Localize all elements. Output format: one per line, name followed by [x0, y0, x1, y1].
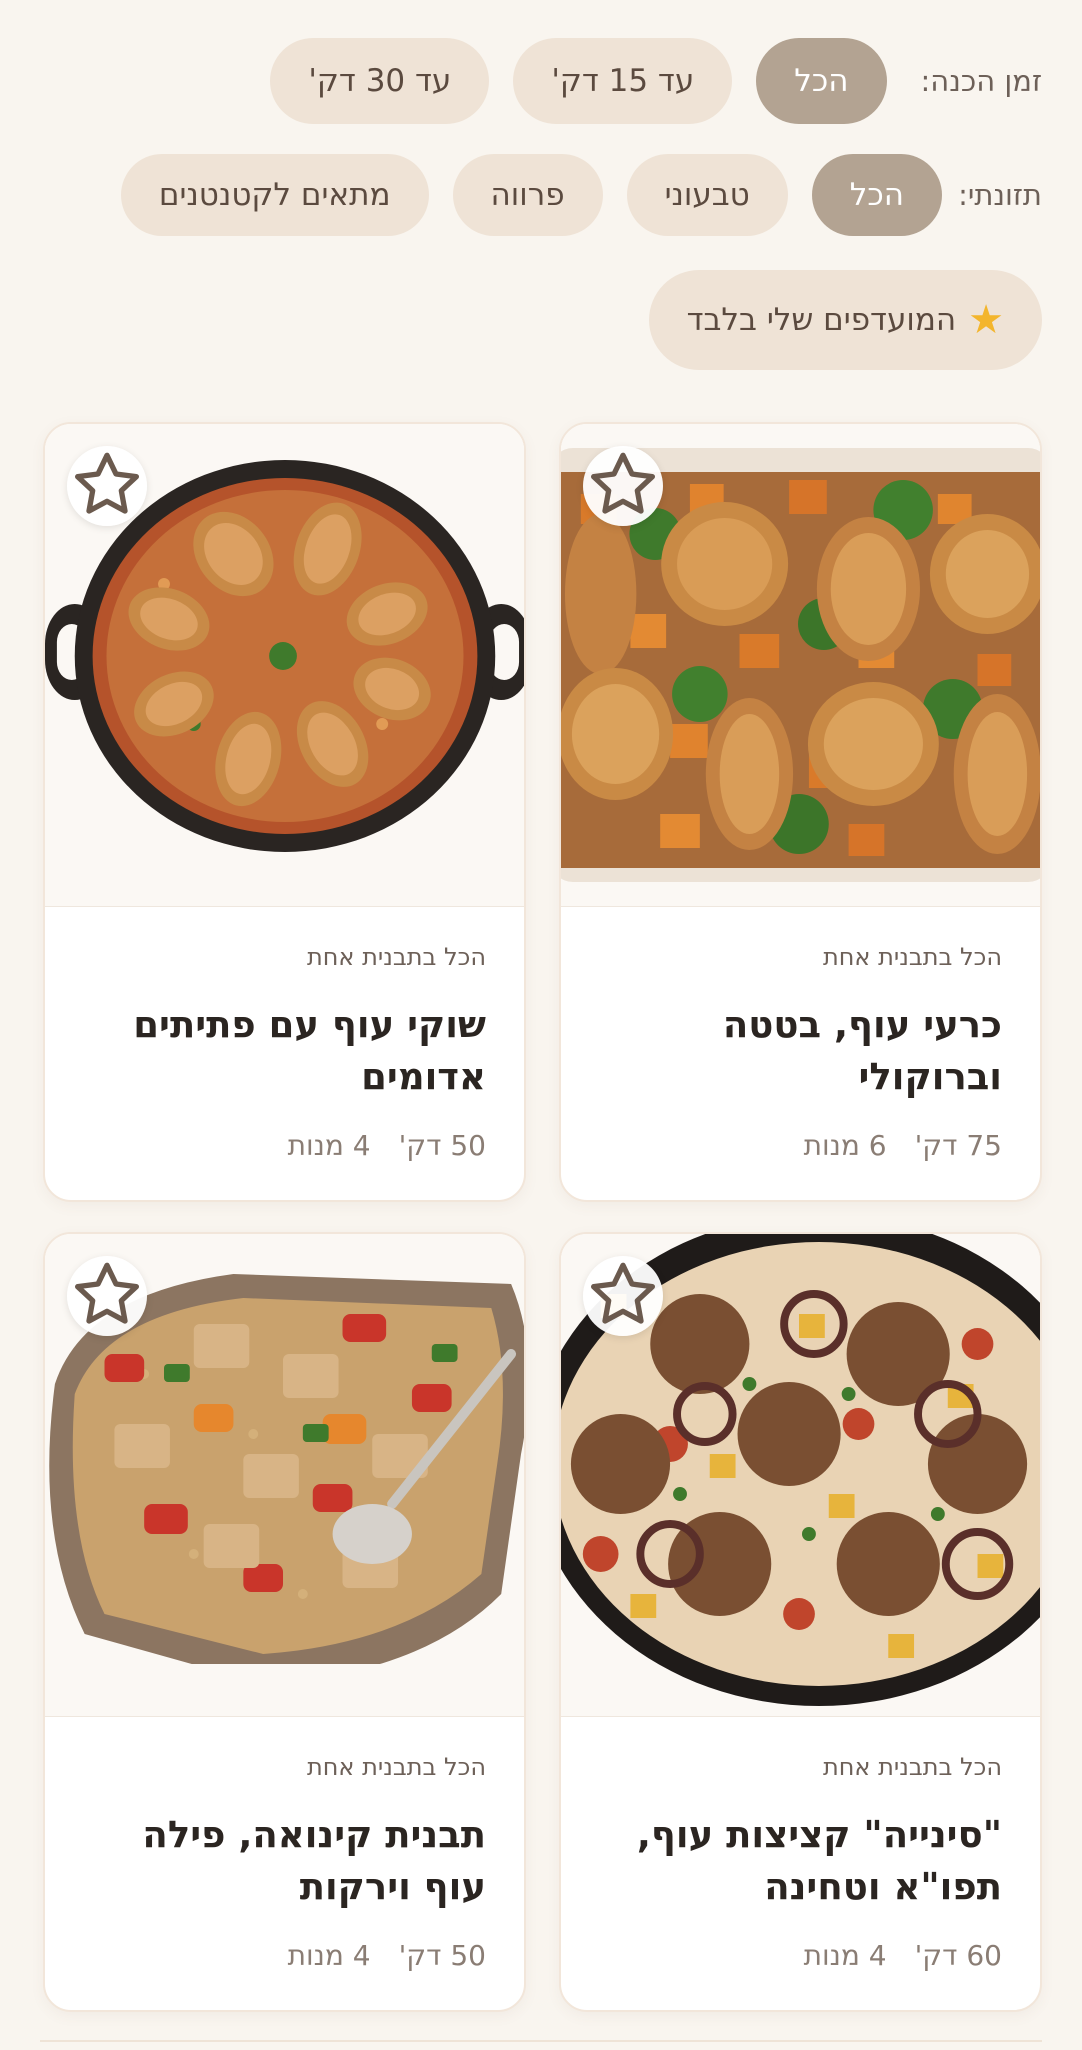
- diet-all-chip[interactable]: הכל: [811, 154, 943, 236]
- recipe-category: הכל בתבנית אחת: [822, 1753, 1002, 1781]
- recipe-time: 75 דק': [914, 1129, 1002, 1162]
- recipe-title: תבנית קינואה, פילה עוף וירקות: [142, 1813, 486, 1908]
- favorites-only-label: המועדפים שלי בלבד: [686, 302, 957, 338]
- star-outline-icon: [591, 1262, 655, 1324]
- favorite-button[interactable]: [583, 446, 663, 526]
- recipe-meta: 50 דק' 4 מנות: [83, 1939, 486, 1972]
- recipe-card[interactable]: הכל בתבנית אחת "סינייה" קציצות עוף, תפו"…: [559, 1232, 1042, 2012]
- diet-vegan-chip[interactable]: טבעוני: [626, 154, 788, 236]
- recipe-time: 50 דק': [398, 1129, 486, 1162]
- recipe-title: "סינייה" קציצות עוף, תפו"א וטחינה: [636, 1813, 1002, 1908]
- diet-kids-chip[interactable]: מתאים לקטנטנים: [120, 154, 429, 236]
- recipe-image: [561, 1234, 1040, 1717]
- recipe-meta: 50 דק' 4 מנות: [83, 1129, 486, 1162]
- favorite-button[interactable]: [67, 446, 147, 526]
- prep-time-filter: זמן הכנה: הכל עד 15 דק' עד 30 דק': [40, 38, 1042, 124]
- diet-filter: תזונתי: הכל טבעוני פרווה מתאים לקטנטנים: [40, 154, 1042, 236]
- diet-parve-chip[interactable]: פרווה: [452, 154, 603, 236]
- prep-time-30-chip[interactable]: עד 30 דק': [270, 38, 490, 124]
- recipe-title: כרעי עוף, בטטה וברוקולי: [722, 1003, 1002, 1098]
- star-outline-icon: [75, 1262, 139, 1324]
- recipe-time: 50 דק': [398, 1939, 486, 1972]
- recipe-time: 60 דק': [914, 1939, 1002, 1972]
- recipe-image: [561, 424, 1040, 907]
- recipe-category: הכל בתבנית אחת: [822, 943, 1002, 971]
- prep-time-all-chip[interactable]: הכל: [756, 38, 887, 124]
- recipe-title: שוקי עוף עם פתיתים אדומים: [133, 1003, 486, 1098]
- recipe-image: [45, 1234, 524, 1717]
- next-row-peek: [40, 2040, 1042, 2050]
- star-outline-icon: [591, 452, 655, 514]
- recipe-card[interactable]: הכל בתבנית אחת כרעי עוף, בטטה וברוקולי 7…: [559, 422, 1042, 1202]
- recipe-meta: 75 דק' 6 מנות: [599, 1129, 1002, 1162]
- recipe-category: הכל בתבנית אחת: [306, 1753, 486, 1781]
- prep-time-label: זמן הכנה:: [920, 64, 1042, 98]
- star-outline-icon: [75, 452, 139, 514]
- favorites-only-toggle[interactable]: ★ המועדפים שלי בלבד: [648, 270, 1042, 370]
- recipe-servings: 4 מנות: [287, 1129, 371, 1162]
- recipe-servings: 4 מנות: [287, 1939, 371, 1972]
- recipe-card[interactable]: הכל בתבנית אחת שוקי עוף עם פתיתים אדומים…: [43, 422, 526, 1202]
- star-emoji-icon: ★: [968, 297, 1004, 343]
- favorite-button[interactable]: [583, 1256, 663, 1336]
- recipe-servings: 6 מנות: [803, 1129, 887, 1162]
- recipe-servings: 4 מנות: [803, 1939, 887, 1972]
- favorite-button[interactable]: [67, 1256, 147, 1336]
- prep-time-15-chip[interactable]: עד 15 דק': [513, 38, 733, 124]
- recipe-category: הכל בתבנית אחת: [306, 943, 486, 971]
- recipe-image: [45, 424, 524, 907]
- diet-label: תזונתי:: [958, 178, 1042, 212]
- recipe-meta: 60 דק' 4 מנות: [599, 1939, 1002, 1972]
- recipe-card[interactable]: הכל בתבנית אחת תבנית קינואה, פילה עוף וי…: [43, 1232, 526, 2012]
